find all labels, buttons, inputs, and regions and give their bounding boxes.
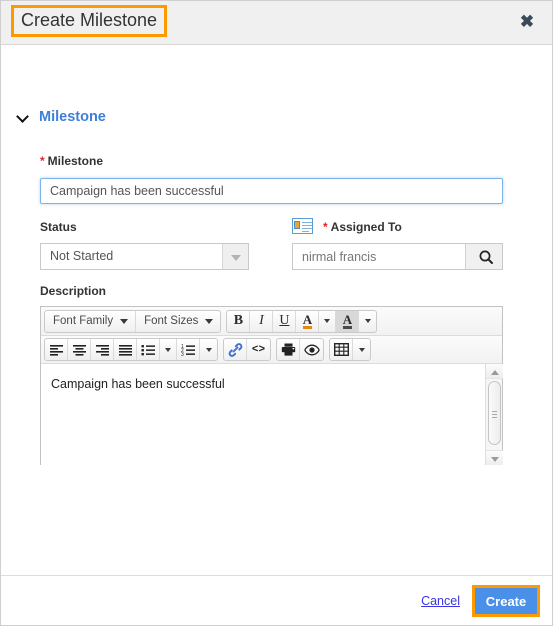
text-style-group: B I U A A (226, 309, 378, 333)
underline-icon: U (279, 313, 290, 328)
align-justify-icon (118, 344, 132, 356)
editor-toolbar-row-2: 123 <> (41, 336, 502, 364)
bullet-list-dropdown[interactable] (160, 339, 177, 360)
table-group (329, 338, 371, 361)
print-preview-group (276, 338, 324, 361)
align-left-icon (49, 344, 63, 356)
svg-text:3: 3 (181, 352, 184, 356)
assigned-to-field-label: * Assigned To (323, 220, 402, 234)
editor-scrollbar[interactable] (485, 364, 503, 465)
dialog-header: Create Milestone ✖ (1, 1, 552, 45)
milestone-field-label: * Milestone (40, 154, 103, 168)
align-center-button[interactable] (68, 339, 91, 360)
source-code-icon: <> (251, 343, 266, 356)
contact-avatar-icon (294, 221, 300, 229)
font-selectors-group: Font Family Font Sizes (44, 309, 222, 333)
font-family-select[interactable]: Font Family (45, 310, 137, 332)
editor-content-area: Campaign has been successful (41, 364, 503, 465)
source-code-button[interactable]: <> (247, 339, 270, 360)
numbered-list-icon: 123 (181, 344, 195, 356)
page-title-highlight: Create Milestone (11, 5, 168, 37)
align-justify-button[interactable] (114, 339, 137, 360)
scrollbar-grip-icon (492, 411, 497, 412)
insert-table-button[interactable] (330, 339, 353, 360)
underline-button[interactable]: U (273, 310, 297, 332)
bold-button[interactable]: B (227, 310, 251, 332)
chevron-down-icon (205, 347, 212, 352)
milestone-input[interactable] (40, 178, 503, 204)
create-button[interactable]: Create (475, 587, 537, 614)
chevron-down-icon (324, 319, 331, 323)
status-field-label: Status (40, 220, 77, 234)
editor-toolbar-row-1: Font Family Font Sizes B I U A A (41, 307, 502, 336)
scroll-down-arrow-icon[interactable] (486, 450, 503, 465)
section-title: Milestone (39, 109, 106, 125)
chevron-down-icon (165, 347, 171, 352)
preview-eye-icon (303, 344, 320, 355)
dialog-body: Milestone *Milestone Status Not Started … (1, 45, 552, 575)
assigned-to-label-text: Assigned To (330, 220, 402, 234)
italic-icon: I (259, 313, 264, 328)
align-right-button[interactable] (91, 339, 114, 360)
text-color-dropdown[interactable] (319, 310, 337, 332)
print-icon (281, 343, 295, 356)
font-size-select[interactable]: Font Sizes (136, 311, 220, 332)
bullet-list-icon (141, 344, 155, 355)
table-dropdown[interactable] (353, 339, 370, 360)
status-select[interactable]: Not Started (40, 243, 249, 270)
alignment-group: 123 (44, 338, 218, 361)
status-dropdown-chevron-down-icon[interactable] (222, 244, 248, 269)
font-size-label: Font Sizes (144, 315, 199, 327)
bold-icon: B (233, 313, 244, 328)
align-right-icon (95, 344, 109, 356)
page-title: Create Milestone (21, 10, 158, 30)
assigned-to-field (292, 243, 503, 270)
text-color-icon: A (302, 311, 313, 329)
background-color-dropdown[interactable] (359, 311, 376, 332)
milestone-section-header[interactable]: Milestone (18, 109, 106, 125)
numbered-list-button[interactable]: 123 (177, 339, 200, 360)
bullet-list-button[interactable] (137, 339, 160, 360)
assigned-to-search-button[interactable] (465, 244, 502, 269)
status-select-value: Not Started (50, 249, 114, 263)
preview-button[interactable] (300, 339, 323, 360)
background-color-button[interactable]: A (336, 310, 360, 332)
cancel-button[interactable]: Cancel (421, 594, 460, 608)
numbered-list-dropdown[interactable] (200, 339, 217, 360)
milestone-label-text: Milestone (47, 154, 104, 168)
chevron-down-icon (120, 318, 129, 324)
chevron-down-icon (358, 347, 365, 352)
description-content[interactable]: Campaign has been successful (41, 364, 485, 465)
contact-card-icon (292, 218, 313, 234)
chevron-down-icon (205, 318, 214, 324)
link-group: <> (223, 338, 271, 361)
insert-link-button[interactable] (224, 339, 247, 360)
link-icon (228, 342, 242, 357)
table-icon (333, 343, 349, 356)
italic-button[interactable]: I (250, 310, 274, 332)
font-family-label: Font Family (53, 315, 114, 327)
required-marker: * (323, 220, 328, 234)
scrollbar-thumb[interactable] (488, 381, 501, 445)
close-icon[interactable]: ✖ (518, 13, 536, 31)
create-milestone-dialog: Create Milestone ✖ Milestone * Milestone … (0, 0, 553, 626)
search-icon (479, 250, 493, 264)
background-color-icon: A (342, 311, 353, 329)
description-rich-text-editor: Font Family Font Sizes B I U A A 1 2 3 <… (40, 306, 503, 465)
assigned-to-input[interactable] (293, 244, 465, 269)
align-center-icon (72, 344, 86, 356)
text-color-button[interactable]: A (296, 310, 320, 332)
align-left-button[interactable] (45, 339, 68, 360)
chevron-down-icon (18, 111, 30, 123)
scroll-up-arrow-icon[interactable] (486, 364, 503, 379)
chevron-down-icon (364, 319, 371, 323)
print-button[interactable] (277, 339, 300, 360)
description-field-label: Description (40, 284, 107, 298)
required-marker: * (40, 154, 45, 168)
create-button-highlight: Create (472, 584, 540, 617)
dialog-footer: Cancel Create (1, 575, 552, 625)
